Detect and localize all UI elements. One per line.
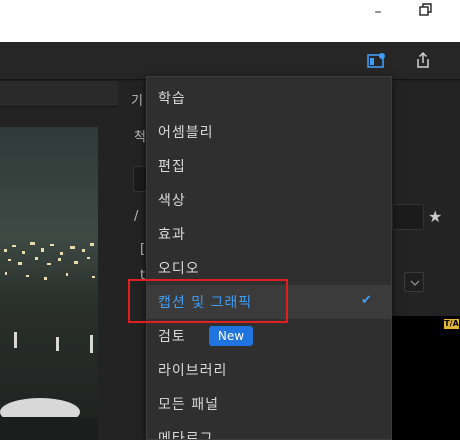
share-export-icon — [417, 51, 429, 68]
menu-item-label: 메타로그 — [158, 431, 214, 440]
panel-label-fragment: 기 — [131, 94, 143, 109]
menu-item-color[interactable]: 색상 — [147, 183, 391, 217]
menu-item-label: 모든 패널 — [158, 397, 219, 413]
window-title-bar: – — [0, 0, 460, 42]
highlight-box — [128, 279, 288, 323]
panel-label-fragment-c: / — [134, 209, 139, 224]
source-panel-header — [0, 81, 118, 107]
video-frame-image — [0, 127, 98, 440]
chevron-down-icon — [410, 280, 420, 286]
menu-item-label: 라이브러리 — [158, 363, 228, 379]
menu-item-metalog[interactable]: 메타로그 — [147, 421, 391, 440]
restore-button[interactable] — [416, 0, 436, 20]
program-monitor — [392, 316, 460, 440]
menu-item-effects[interactable]: 효과 — [147, 217, 391, 251]
title-action-safe-badge: T/A — [443, 318, 460, 330]
workspace-panel-button[interactable] — [365, 51, 387, 71]
panel-label-fragment-d: [ — [140, 242, 146, 257]
minimize-button[interactable]: – — [368, 4, 388, 24]
panel-field[interactable] — [133, 166, 147, 192]
panel-input[interactable] — [392, 204, 424, 230]
checkmark-icon: ✔ — [361, 293, 372, 308]
menu-item-all-panels[interactable]: 모든 패널 — [147, 387, 391, 421]
new-badge: New — [209, 326, 253, 346]
menu-item-label: 학습 — [158, 91, 186, 107]
menu-item-label: 어셈블리 — [158, 125, 214, 141]
menu-item-label: 검토 — [158, 329, 186, 345]
minimize-icon: – — [374, 4, 382, 20]
restore-icon — [419, 3, 432, 16]
menu-item-editing[interactable]: 편집 — [147, 149, 391, 183]
menu-item-assembly[interactable]: 어셈블리 — [147, 115, 391, 149]
menu-item-label: 오디오 — [158, 261, 200, 277]
menu-item-label: 효과 — [158, 227, 186, 243]
app-toolbar — [0, 42, 460, 80]
menu-item-label: 편집 — [158, 159, 186, 175]
panel-tab-fragment[interactable]: 척 — [134, 126, 146, 145]
menu-item-learning[interactable]: 학습 — [147, 81, 391, 115]
star-icon[interactable]: ★ — [428, 207, 442, 226]
menu-item-label: 색상 — [158, 193, 186, 209]
workspace-menu: 학습 어셈블리 편집 색상 효과 오디오 캡션 및 그래픽 ✔ 검토 New 라… — [146, 76, 392, 440]
dropdown-button[interactable] — [404, 272, 424, 292]
share-button[interactable] — [412, 50, 434, 72]
menu-item-review[interactable]: 검토 New — [147, 319, 391, 353]
video-preview — [0, 127, 98, 440]
menu-item-libraries[interactable]: 라이브러리 — [147, 353, 391, 387]
workspace-panel-icon — [367, 53, 385, 68]
